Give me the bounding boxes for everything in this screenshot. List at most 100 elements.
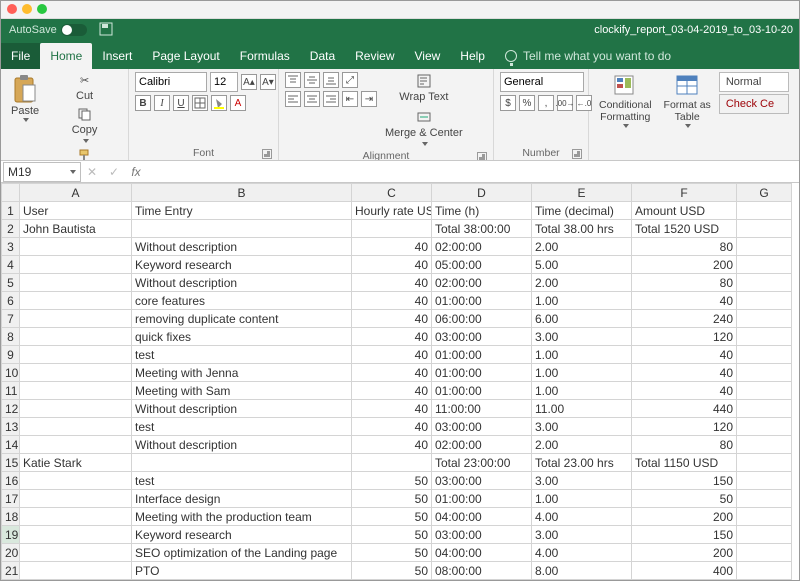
cell-C4[interactable]: 40 [352,256,432,274]
cell-E9[interactable]: 1.00 [532,346,632,364]
font-name-select[interactable] [135,72,207,92]
cell-E8[interactable]: 3.00 [532,328,632,346]
cell-E13[interactable]: 3.00 [532,418,632,436]
tab-view[interactable]: View [405,43,451,69]
cell-G15[interactable] [737,454,792,472]
cell-B1[interactable]: Time Entry [132,202,352,220]
cell-E6[interactable]: 1.00 [532,292,632,310]
cell-B19[interactable]: Keyword research [132,526,352,544]
row-header-6[interactable]: 6 [2,292,20,310]
tell-me-search[interactable]: Tell me what you want to do [495,43,681,69]
cell-D11[interactable]: 01:00:00 [432,382,532,400]
cell-G17[interactable] [737,490,792,508]
column-header-F[interactable]: F [632,184,737,202]
cell-D13[interactable]: 03:00:00 [432,418,532,436]
column-header-C[interactable]: C [352,184,432,202]
align-left-button[interactable] [285,91,301,107]
cell-E15[interactable]: Total 23.00 hrs [532,454,632,472]
cell-D3[interactable]: 02:00:00 [432,238,532,256]
row-header-14[interactable]: 14 [2,436,20,454]
cell-G16[interactable] [737,472,792,490]
row-header-16[interactable]: 16 [2,472,20,490]
cell-D19[interactable]: 03:00:00 [432,526,532,544]
cell-C16[interactable]: 50 [352,472,432,490]
cell-G2[interactable] [737,220,792,238]
row-header-13[interactable]: 13 [2,418,20,436]
row-header-3[interactable]: 3 [2,238,20,256]
cell-E16[interactable]: 3.00 [532,472,632,490]
cell-D20[interactable]: 04:00:00 [432,544,532,562]
comma-format-button[interactable]: , [538,95,554,111]
cell-G20[interactable] [737,544,792,562]
cell-F3[interactable]: 80 [632,238,737,256]
cell-A11[interactable] [20,382,132,400]
name-box[interactable]: M19 [3,162,81,182]
decrease-indent-button[interactable]: ⇤ [342,91,358,107]
formula-input[interactable] [147,162,799,182]
cell-A1[interactable]: User [20,202,132,220]
cell-E7[interactable]: 6.00 [532,310,632,328]
cell-E20[interactable]: 4.00 [532,544,632,562]
cell-F15[interactable]: Total 1150 USD [632,454,737,472]
row-header-21[interactable]: 21 [2,562,20,580]
cell-F4[interactable]: 200 [632,256,737,274]
fill-color-button[interactable] [211,95,227,111]
cell-D22[interactable] [432,580,532,581]
align-right-button[interactable] [323,91,339,107]
cell-B8[interactable]: quick fixes [132,328,352,346]
tab-review[interactable]: Review [345,43,404,69]
row-header-4[interactable]: 4 [2,256,20,274]
cell-G11[interactable] [737,382,792,400]
cell-D10[interactable]: 01:00:00 [432,364,532,382]
cell-B2[interactable] [132,220,352,238]
cell-G21[interactable] [737,562,792,580]
percent-format-button[interactable]: % [519,95,535,111]
save-icon[interactable] [99,22,113,39]
cell-C12[interactable]: 40 [352,400,432,418]
cell-D17[interactable]: 01:00:00 [432,490,532,508]
enter-formula-button[interactable]: ✓ [103,165,125,179]
row-header-11[interactable]: 11 [2,382,20,400]
cell-C18[interactable]: 50 [352,508,432,526]
underline-button[interactable]: U [173,95,189,111]
cell-F21[interactable]: 400 [632,562,737,580]
copy-button[interactable]: Copy [47,106,122,145]
row-header-18[interactable]: 18 [2,508,20,526]
cell-G18[interactable] [737,508,792,526]
cell-C17[interactable]: 50 [352,490,432,508]
row-header-15[interactable]: 15 [2,454,20,472]
accounting-format-button[interactable]: $ [500,95,516,111]
cell-D2[interactable]: Total 38:00:00 [432,220,532,238]
cell-C7[interactable]: 40 [352,310,432,328]
cell-B3[interactable]: Without description [132,238,352,256]
select-all-cell[interactable] [2,184,20,202]
cell-A4[interactable] [20,256,132,274]
bold-button[interactable]: B [135,95,151,111]
increase-font-button[interactable]: A▴ [241,74,257,90]
cell-E10[interactable]: 1.00 [532,364,632,382]
align-bottom-button[interactable] [323,72,339,88]
column-header-D[interactable]: D [432,184,532,202]
maximize-window-button[interactable] [37,4,47,14]
cell-B15[interactable] [132,454,352,472]
cell-F19[interactable]: 150 [632,526,737,544]
increase-indent-button[interactable]: ⇥ [361,91,377,107]
row-header-2[interactable]: 2 [2,220,20,238]
cell-E21[interactable]: 8.00 [532,562,632,580]
cell-A10[interactable] [20,364,132,382]
border-button[interactable] [192,95,208,111]
cell-C13[interactable]: 40 [352,418,432,436]
cell-G13[interactable] [737,418,792,436]
cell-E14[interactable]: 2.00 [532,436,632,454]
cell-D9[interactable]: 01:00:00 [432,346,532,364]
cell-B16[interactable]: test [132,472,352,490]
cell-A19[interactable] [20,526,132,544]
cell-A20[interactable] [20,544,132,562]
cell-F5[interactable]: 80 [632,274,737,292]
spreadsheet-grid[interactable]: ABCDEFG1UserTime EntryHourly rate USDTim… [1,183,799,580]
wrap-text-button[interactable]: Wrap Text [381,72,467,105]
column-header-A[interactable]: A [20,184,132,202]
row-header-8[interactable]: 8 [2,328,20,346]
cell-F20[interactable]: 200 [632,544,737,562]
tab-insert[interactable]: Insert [92,43,142,69]
